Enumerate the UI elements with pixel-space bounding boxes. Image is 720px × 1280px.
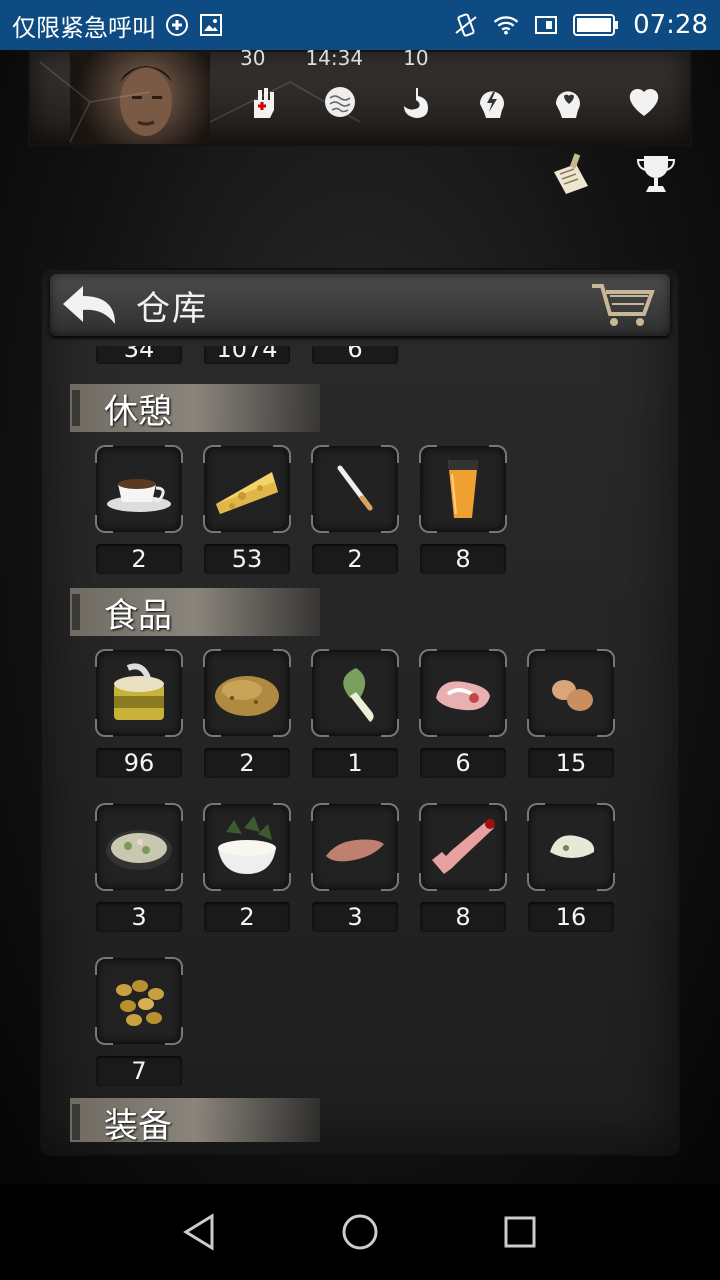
inventory-item[interactable]: 8 — [419, 445, 507, 600]
back-arrow-icon — [63, 286, 115, 324]
dumpling-icon — [550, 835, 595, 858]
item-count: 96 — [96, 748, 182, 778]
item-count: 16 — [528, 902, 614, 932]
energy-head-icon[interactable] — [472, 82, 512, 122]
coffee-cup-icon — [107, 479, 171, 512]
circle-home-icon — [342, 1214, 378, 1250]
wifi-icon — [493, 12, 519, 38]
sim-card-icon — [533, 12, 559, 38]
item-count: 6 — [312, 346, 398, 364]
sweet-potato-icon — [326, 839, 384, 862]
cheese-icon — [216, 472, 278, 514]
coffee-beans-icon — [116, 980, 164, 1026]
panel-header: 仓库 — [50, 274, 670, 336]
juice-glass-icon — [448, 460, 478, 518]
inventory-item[interactable]: 96 — [95, 649, 183, 804]
previous-section-counts: 34 1074 6 — [96, 346, 398, 364]
hud-stat-temp: 10 — [403, 50, 429, 70]
item-count: 2 — [96, 544, 182, 574]
hand-health-icon[interactable] — [244, 82, 284, 122]
item-count: 8 — [420, 544, 506, 574]
item-count: 15 — [528, 748, 614, 778]
item-count: 7 — [96, 1056, 182, 1086]
section-label: 食品 — [104, 595, 172, 636]
system-nav-bar — [0, 1184, 720, 1280]
item-count: 2 — [204, 902, 290, 932]
medical-plus-icon — [164, 12, 190, 38]
severed-arm-icon — [432, 819, 495, 874]
storage-panel: 仓库 34 1074 6 休憩 2 53 2 8 食品 96 2 1 6 15 … — [42, 270, 678, 1154]
game-screen: 30 14:34 10 仓库 34 1074 6 休憩 2 53 2 8 食品 … — [0, 50, 720, 1184]
nav-recents-button[interactable] — [490, 1202, 550, 1262]
hud-stat-time: 14:34 — [305, 50, 364, 70]
clock: 07:28 — [633, 10, 708, 40]
inventory-item[interactable]: 3 — [311, 803, 399, 958]
heart-icon[interactable] — [624, 82, 664, 122]
triangle-back-icon — [183, 1213, 214, 1251]
salad-plate-icon — [106, 830, 172, 870]
shopping-cart-icon — [592, 284, 655, 326]
inventory-item[interactable]: 3 — [95, 803, 183, 958]
section-label: 装备 — [104, 1105, 172, 1143]
item-count: 2 — [312, 544, 398, 574]
nav-back-button[interactable] — [170, 1202, 230, 1262]
item-count: 53 — [204, 544, 290, 574]
brain-icon[interactable] — [320, 82, 360, 122]
inventory-item[interactable]: 53 — [203, 445, 291, 600]
inventory-item[interactable]: 8 — [419, 803, 507, 958]
inventory-item[interactable]: 2 — [95, 445, 183, 600]
notes-icon[interactable] — [548, 150, 596, 198]
carrier-text: 仅限紧急呼叫 — [12, 13, 156, 42]
inventory-list[interactable]: 34 1074 6 休憩 2 53 2 8 食品 96 2 1 6 15 3 2… — [42, 346, 678, 1142]
section-header-food: 食品 — [70, 588, 320, 636]
inventory-item[interactable]: 2 — [203, 649, 291, 804]
back-button[interactable] — [54, 275, 124, 335]
item-count: 1074 — [204, 346, 290, 364]
section-label: 休憩 — [104, 391, 172, 432]
rice-bowl-icon — [218, 816, 276, 874]
item-count: 3 — [312, 902, 398, 932]
inventory-item[interactable]: 6 — [419, 649, 507, 804]
bok-choy-icon — [343, 668, 374, 722]
hud-stat-row: 30 14:34 10 — [240, 50, 429, 70]
inventory-item[interactable]: 2 — [311, 445, 399, 600]
potato-icon — [215, 676, 279, 716]
section-header-rest: 休憩 — [70, 384, 320, 432]
shop-cart-button[interactable] — [588, 277, 658, 333]
trophy-icon[interactable] — [632, 150, 680, 198]
character-hud: 30 14:34 10 — [28, 50, 692, 146]
inventory-item[interactable]: 7 — [95, 957, 183, 1112]
status-bar: 仅限紧急呼叫 07:28 — [0, 0, 720, 50]
inventory-item[interactable]: 1 — [311, 649, 399, 804]
cigarette-icon — [337, 465, 373, 511]
mood-head-icon[interactable] — [548, 82, 588, 122]
canned-food-icon — [114, 663, 164, 720]
item-count: 8 — [420, 902, 506, 932]
panel-title: 仓库 — [136, 288, 208, 329]
vibrate-icon — [453, 12, 479, 38]
item-count: 34 — [96, 346, 182, 364]
item-count: 6 — [420, 748, 506, 778]
item-count: 3 — [96, 902, 182, 932]
item-count: 2 — [204, 748, 290, 778]
inventory-item[interactable]: 15 — [527, 649, 615, 804]
stomach-icon[interactable] — [396, 82, 436, 122]
raw-meat-icon — [436, 681, 490, 711]
inventory-item[interactable]: 2 — [203, 803, 291, 958]
hud-stat-cards: 30 — [240, 50, 266, 70]
eggs-icon — [552, 680, 593, 711]
square-recents-icon — [504, 1216, 536, 1248]
section-header-equipment: 装备 — [70, 1098, 320, 1142]
item-count: 1 — [312, 748, 398, 778]
inventory-item[interactable]: 16 — [527, 803, 615, 958]
image-icon — [198, 12, 224, 38]
nav-home-button[interactable] — [330, 1202, 390, 1262]
battery-icon — [573, 12, 619, 38]
